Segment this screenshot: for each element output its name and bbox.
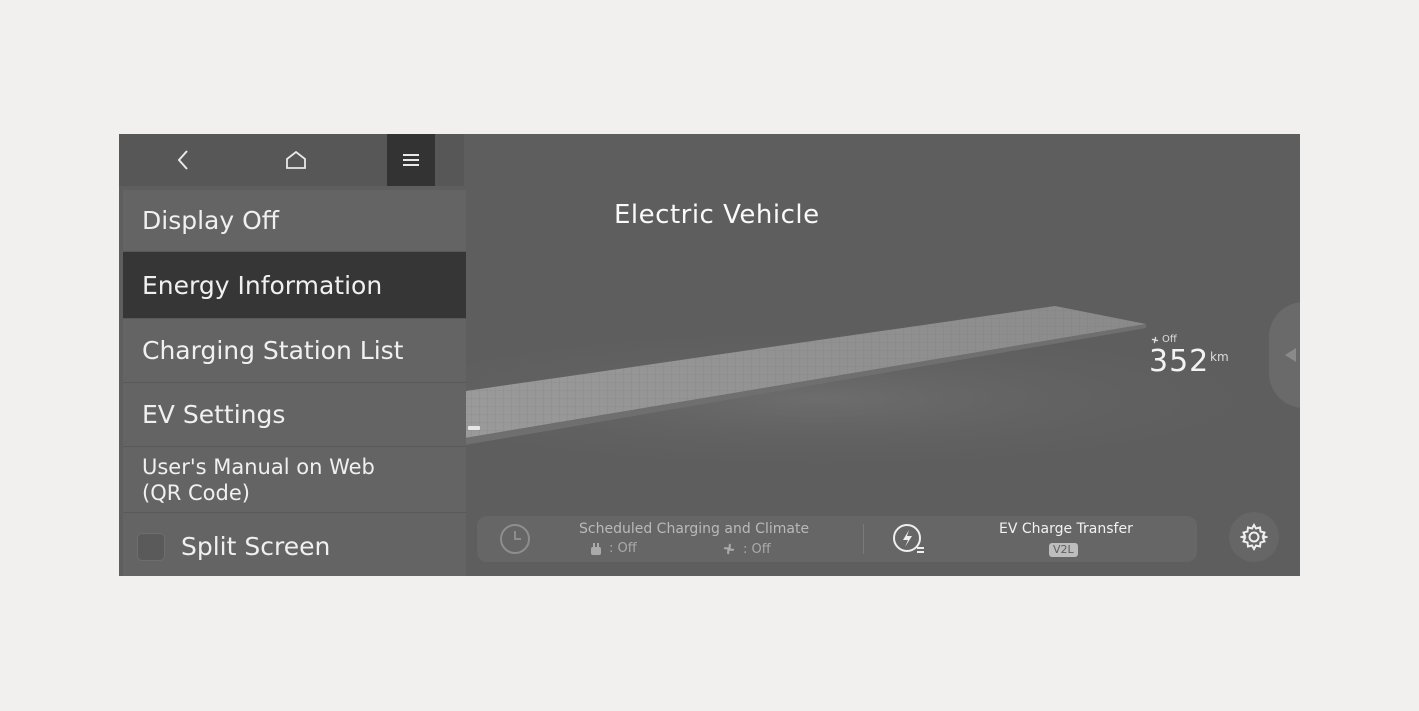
charging-status-text: : Off bbox=[609, 541, 637, 556]
split-screen-checkbox[interactable] bbox=[137, 532, 165, 561]
hamburger-menu-icon bbox=[403, 154, 419, 166]
v2l-badge: V2L bbox=[1049, 543, 1078, 557]
ev-charge-transfer-title[interactable]: EV Charge Transfer bbox=[999, 521, 1133, 537]
range-value: 352 bbox=[1149, 344, 1210, 379]
menu-item-split-screen[interactable]: Split Screen bbox=[123, 513, 466, 576]
plug-icon bbox=[591, 542, 601, 555]
scheduled-climate-status: : Off bbox=[721, 541, 771, 557]
menu-item-label: Charging Station List bbox=[142, 336, 404, 365]
menu-item-ev-settings[interactable]: EV Settings bbox=[123, 383, 466, 447]
settings-button[interactable] bbox=[1229, 512, 1279, 562]
menu-item-charging-station-list[interactable]: Charging Station List bbox=[123, 319, 466, 383]
menu-item-label-line2: (QR Code) bbox=[142, 480, 250, 505]
infotainment-screen: Electric Vehicle Off 352 km Display Off … bbox=[119, 134, 1300, 576]
gear-icon bbox=[1240, 523, 1268, 551]
range-unit: km bbox=[1210, 350, 1229, 364]
page-title: Electric Vehicle bbox=[614, 200, 820, 230]
menu-item-users-manual[interactable]: User's Manual on Web (QR Code) bbox=[123, 447, 466, 513]
climate-status-text: : Off bbox=[743, 541, 771, 557]
side-menu: Display Off Energy Information Charging … bbox=[123, 190, 466, 576]
home-button[interactable] bbox=[272, 134, 320, 186]
fan-icon bbox=[1151, 336, 1159, 343]
clock-icon bbox=[500, 524, 530, 554]
bottom-status-bar: Scheduled Charging and Climate : Off : O… bbox=[477, 516, 1197, 562]
menu-item-label: Energy Information bbox=[142, 270, 383, 300]
divider bbox=[863, 524, 864, 554]
charge-transfer-icon bbox=[893, 524, 924, 553]
chevron-left-icon bbox=[177, 150, 188, 170]
menu-item-display-off[interactable]: Display Off bbox=[123, 190, 466, 252]
scheduled-charging-title[interactable]: Scheduled Charging and Climate bbox=[579, 521, 809, 537]
fan-icon bbox=[723, 543, 735, 555]
menu-item-label: Display Off bbox=[142, 206, 279, 235]
back-button[interactable] bbox=[159, 134, 207, 186]
top-nav bbox=[119, 134, 464, 186]
scheduled-charging-status: : Off bbox=[589, 541, 637, 556]
menu-item-label-line1: User's Manual on Web bbox=[142, 454, 375, 479]
home-icon bbox=[286, 150, 306, 169]
menu-item-energy-information[interactable]: Energy Information bbox=[123, 252, 466, 319]
menu-item-label: Split Screen bbox=[181, 532, 331, 561]
menu-item-label: EV Settings bbox=[142, 400, 286, 429]
arrow-left-icon bbox=[1285, 348, 1296, 362]
menu-button[interactable] bbox=[387, 134, 435, 186]
